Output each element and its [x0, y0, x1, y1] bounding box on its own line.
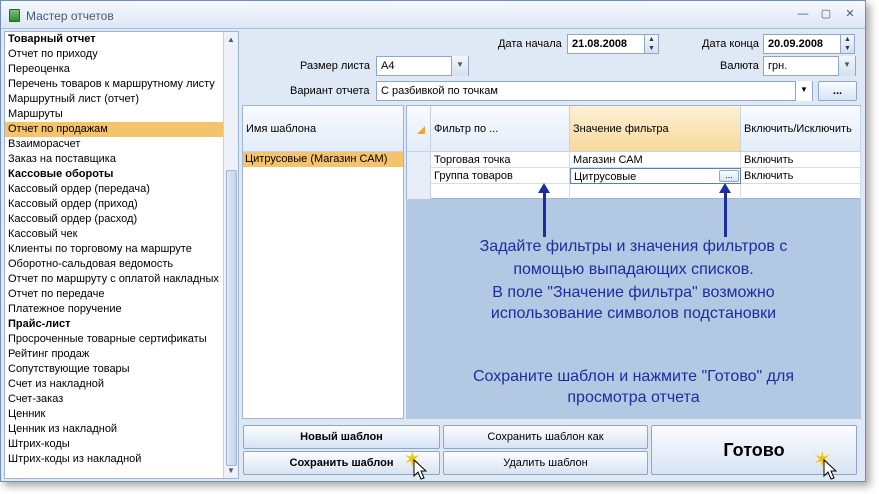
sheet-size-label: Размер листа — [300, 60, 370, 72]
hint-line: просмотра отчета — [567, 389, 700, 406]
filter-cell[interactable]: Торговая точка — [431, 152, 570, 168]
sidebar-item[interactable]: Отчет по продажам — [5, 122, 238, 137]
sidebar-item[interactable]: Кассовые обороты — [5, 167, 238, 182]
save-template-as-button[interactable]: Сохранить шаблон как — [443, 425, 648, 449]
sheet-size-select[interactable]: A4 ▼ — [376, 56, 469, 76]
sidebar-item[interactable]: Кассовый ордер (передача) — [5, 182, 238, 197]
currency-label: Валюта — [720, 60, 759, 72]
end-date-field[interactable]: 20.09.2008 — [763, 34, 841, 54]
include-cell[interactable]: Включить — [741, 168, 861, 184]
arrow-up-icon — [538, 183, 550, 193]
sidebar-item[interactable]: Кассовый чек — [5, 227, 238, 242]
sidebar-item[interactable]: Штрих-коды из накладной — [5, 452, 238, 467]
mouse-cursor-icon — [413, 459, 427, 480]
corner-triangle-icon — [417, 126, 425, 134]
variant-value: С разбивкой по точкам — [381, 85, 498, 97]
header-filter[interactable]: Фильтр по ... — [431, 106, 570, 152]
report-list-scrollbar[interactable]: ▲ ▼ — [223, 32, 238, 478]
sidebar-item[interactable]: Отчет по приходу — [5, 47, 238, 62]
sidebar-item[interactable]: Маршрутный лист (отчет) — [5, 92, 238, 107]
currency-select[interactable]: грн. ▼ — [763, 56, 856, 76]
mouse-cursor-icon — [823, 459, 837, 480]
sidebar-item[interactable]: Просроченные товарные сертификаты — [5, 332, 238, 347]
minimize-icon[interactable]: — — [796, 8, 810, 20]
maximize-icon[interactable]: ▢ — [819, 8, 833, 20]
sidebar-item[interactable]: Кассовый ордер (расход) — [5, 212, 238, 227]
header-include-exclude[interactable]: Включить/Исключить — [741, 106, 861, 152]
variant-more-button[interactable]: ... — [818, 81, 857, 101]
sidebar-item[interactable]: Ценник — [5, 407, 238, 422]
sidebar-item[interactable]: Счет-заказ — [5, 392, 238, 407]
variant-select[interactable]: С разбивкой по точкам ▼ — [376, 81, 813, 101]
scroll-thumb[interactable] — [226, 170, 237, 466]
scroll-up-icon[interactable]: ▲ — [226, 35, 236, 45]
sidebar-item[interactable]: Счет из накладной — [5, 377, 238, 392]
hint-area: Задайте фильтры и значения фильтров с по… — [406, 183, 861, 419]
filter-value-ellipsis-button[interactable]: ... — [719, 170, 739, 182]
sidebar-item[interactable]: Отчет по передаче — [5, 287, 238, 302]
hint-line: В поле "Значение фильтра" возможно — [492, 284, 775, 301]
end-date-label: Дата конца — [702, 38, 759, 50]
hint-line: Сохраните шаблон и нажмите "Готово" для — [472, 368, 794, 385]
close-icon[interactable]: ✕ — [843, 8, 857, 20]
delete-template-button[interactable]: Удалить шаблон — [443, 451, 648, 475]
report-wizard-window: Мастер отчетов — ▢ ✕ Товарный отчет Отчет… — [0, 0, 866, 482]
hint-line: использование символов подстановки — [490, 305, 777, 322]
arrow-up-icon — [719, 183, 731, 193]
template-name-header: Имя шаблона — [243, 106, 403, 152]
sidebar-item[interactable]: Переоценка — [5, 62, 238, 77]
filter-value-cell[interactable]: Магазин САМ — [570, 152, 741, 168]
title-bar: Мастер отчетов — ▢ ✕ — [1, 1, 865, 29]
sidebar-item[interactable]: Рейтинг продаж — [5, 347, 238, 362]
sidebar-item[interactable]: Платежное поручение — [5, 302, 238, 317]
sidebar-item[interactable]: Прайс-лист — [5, 317, 238, 332]
chevron-down-icon[interactable]: ▼ — [838, 56, 855, 76]
sidebar-item[interactable]: Кассовый ордер (приход) — [5, 197, 238, 212]
sidebar-item[interactable]: Маршруты — [5, 107, 238, 122]
report-list: Товарный отчет Отчет по приходу Переоценка… — [4, 31, 239, 479]
app-book-icon — [9, 9, 20, 22]
start-date-spinner[interactable]: ▲ ▼ — [644, 34, 659, 54]
end-date-spinner[interactable]: ▲ ▼ — [840, 34, 855, 54]
filter-value-text: Цитрусовые — [574, 171, 637, 183]
chevron-down-icon[interactable]: ▼ — [451, 56, 468, 76]
hint-line: Задайте фильтры и значения фильтров с — [479, 238, 788, 255]
row-indicator-column — [407, 152, 431, 200]
new-template-button[interactable]: Новый шаблон — [243, 425, 440, 449]
currency-value: грн. — [768, 60, 788, 72]
header-filter-value[interactable]: Значение фильтра — [570, 106, 741, 152]
start-date-field[interactable]: 21.08.2008 — [567, 34, 645, 54]
include-cell[interactable]: Включить — [741, 152, 861, 168]
sidebar-item[interactable]: Перечень товаров к маршрутному листу — [5, 77, 238, 92]
sidebar-item[interactable]: Ценник из накладной — [5, 422, 238, 437]
arrow-line — [543, 193, 546, 237]
sidebar-item[interactable]: Взаиморасчет — [5, 137, 238, 152]
sidebar-item[interactable]: Штрих-коды — [5, 437, 238, 452]
grid-corner — [407, 106, 431, 152]
filter-value-editor[interactable]: Цитрусовые ... — [570, 168, 741, 184]
filter-grid: Фильтр по ... Значение фильтра Включить/… — [406, 105, 861, 200]
window-title: Мастер отчетов — [26, 9, 114, 23]
scroll-down-icon[interactable]: ▼ — [226, 466, 236, 476]
variant-label: Вариант отчета — [290, 85, 370, 97]
new-row-cell[interactable] — [741, 184, 861, 200]
start-date-label: Дата начала — [498, 38, 562, 50]
sidebar-item[interactable]: Товарный отчет — [5, 32, 238, 47]
arrow-line — [724, 193, 727, 237]
sidebar-item[interactable]: Заказ на поставщика — [5, 152, 238, 167]
sidebar-item[interactable]: Отчет по маршруту с оплатой накладных — [5, 272, 238, 287]
sidebar-item[interactable]: Клиенты по торговому на маршруте — [5, 242, 238, 257]
sidebar-item[interactable]: Оборотно-сальдовая ведомость — [5, 257, 238, 272]
filter-cell[interactable]: Группа товаров — [431, 168, 570, 184]
hint-line: помощью выпадающих списков. — [513, 261, 754, 278]
chevron-down-icon[interactable]: ▼ — [795, 81, 812, 101]
template-row[interactable]: Цитрусовые (Магазин САМ) — [243, 152, 403, 167]
template-list: Имя шаблона Цитрусовые (Магазин САМ) — [242, 105, 404, 419]
sheet-size-value: A4 — [381, 60, 395, 72]
sidebar-item[interactable]: Сопутствующие товары — [5, 362, 238, 377]
new-row-cell[interactable] — [570, 184, 741, 200]
